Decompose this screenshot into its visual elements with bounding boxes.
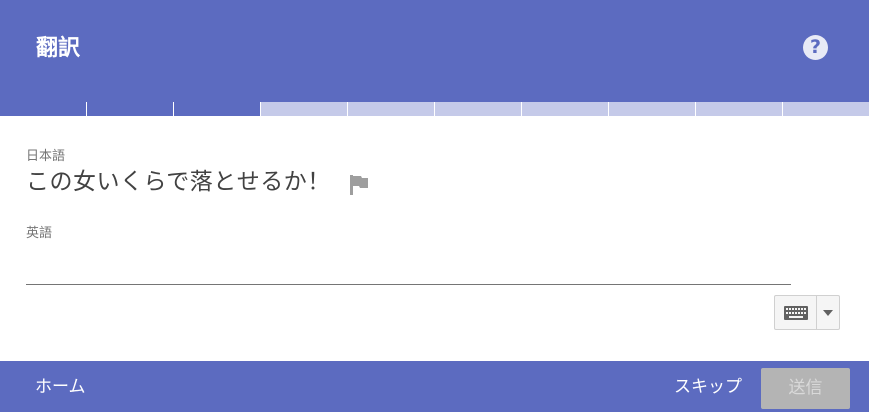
app-header: 翻訳 ? [0, 0, 869, 102]
progress-segment [0, 102, 86, 116]
progress-segment [260, 102, 347, 116]
keyboard-icon [783, 305, 808, 320]
progress-segment [173, 102, 260, 116]
progress-segment [695, 102, 782, 116]
footer-bar: ホーム スキップ 送信 [0, 361, 869, 412]
source-sentence: この女いくらで落とせるか！ [26, 169, 331, 195]
progress-bar [0, 102, 869, 116]
progress-segment [521, 102, 608, 116]
caret-down-icon [823, 309, 833, 316]
flag-icon[interactable] [349, 174, 369, 196]
progress-segment [86, 102, 173, 116]
page-title: 翻訳 [36, 36, 81, 61]
target-language-label: 英語 [26, 226, 53, 241]
progress-segment [608, 102, 695, 116]
skip-button[interactable]: スキップ [674, 375, 742, 399]
progress-segment [782, 102, 869, 116]
help-icon[interactable]: ? [803, 35, 828, 60]
source-sentence-row: この女いくらで落とせるか！ [26, 166, 369, 198]
source-language-label: 日本語 [26, 149, 66, 164]
home-button[interactable]: ホーム [35, 375, 86, 399]
send-button[interactable]: 送信 [761, 368, 850, 409]
keyboard-dropdown-button[interactable] [817, 296, 839, 329]
keyboard-button[interactable] [775, 296, 817, 329]
progress-segment [347, 102, 434, 116]
translation-input[interactable] [26, 250, 791, 285]
keyboard-selector [774, 295, 840, 330]
progress-segment [434, 102, 521, 116]
